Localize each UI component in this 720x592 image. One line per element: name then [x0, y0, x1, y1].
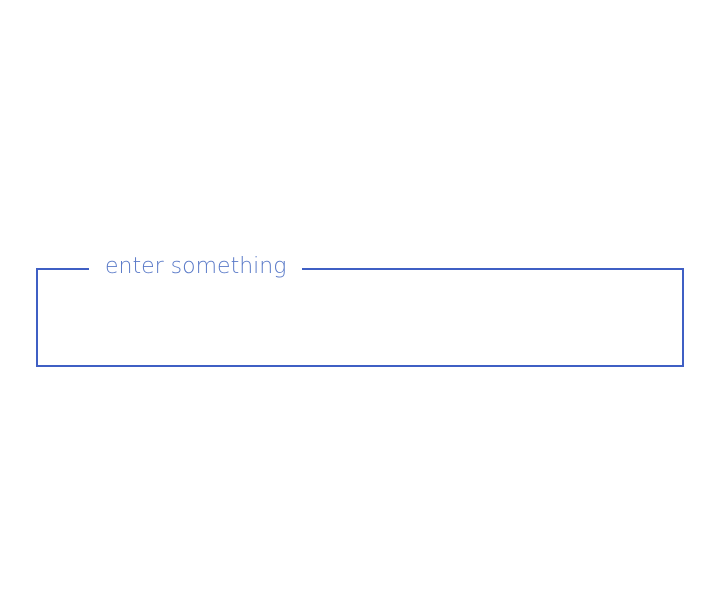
outlined-text-field[interactable]: enter something — [36, 252, 684, 367]
text-input[interactable] — [38, 270, 682, 365]
